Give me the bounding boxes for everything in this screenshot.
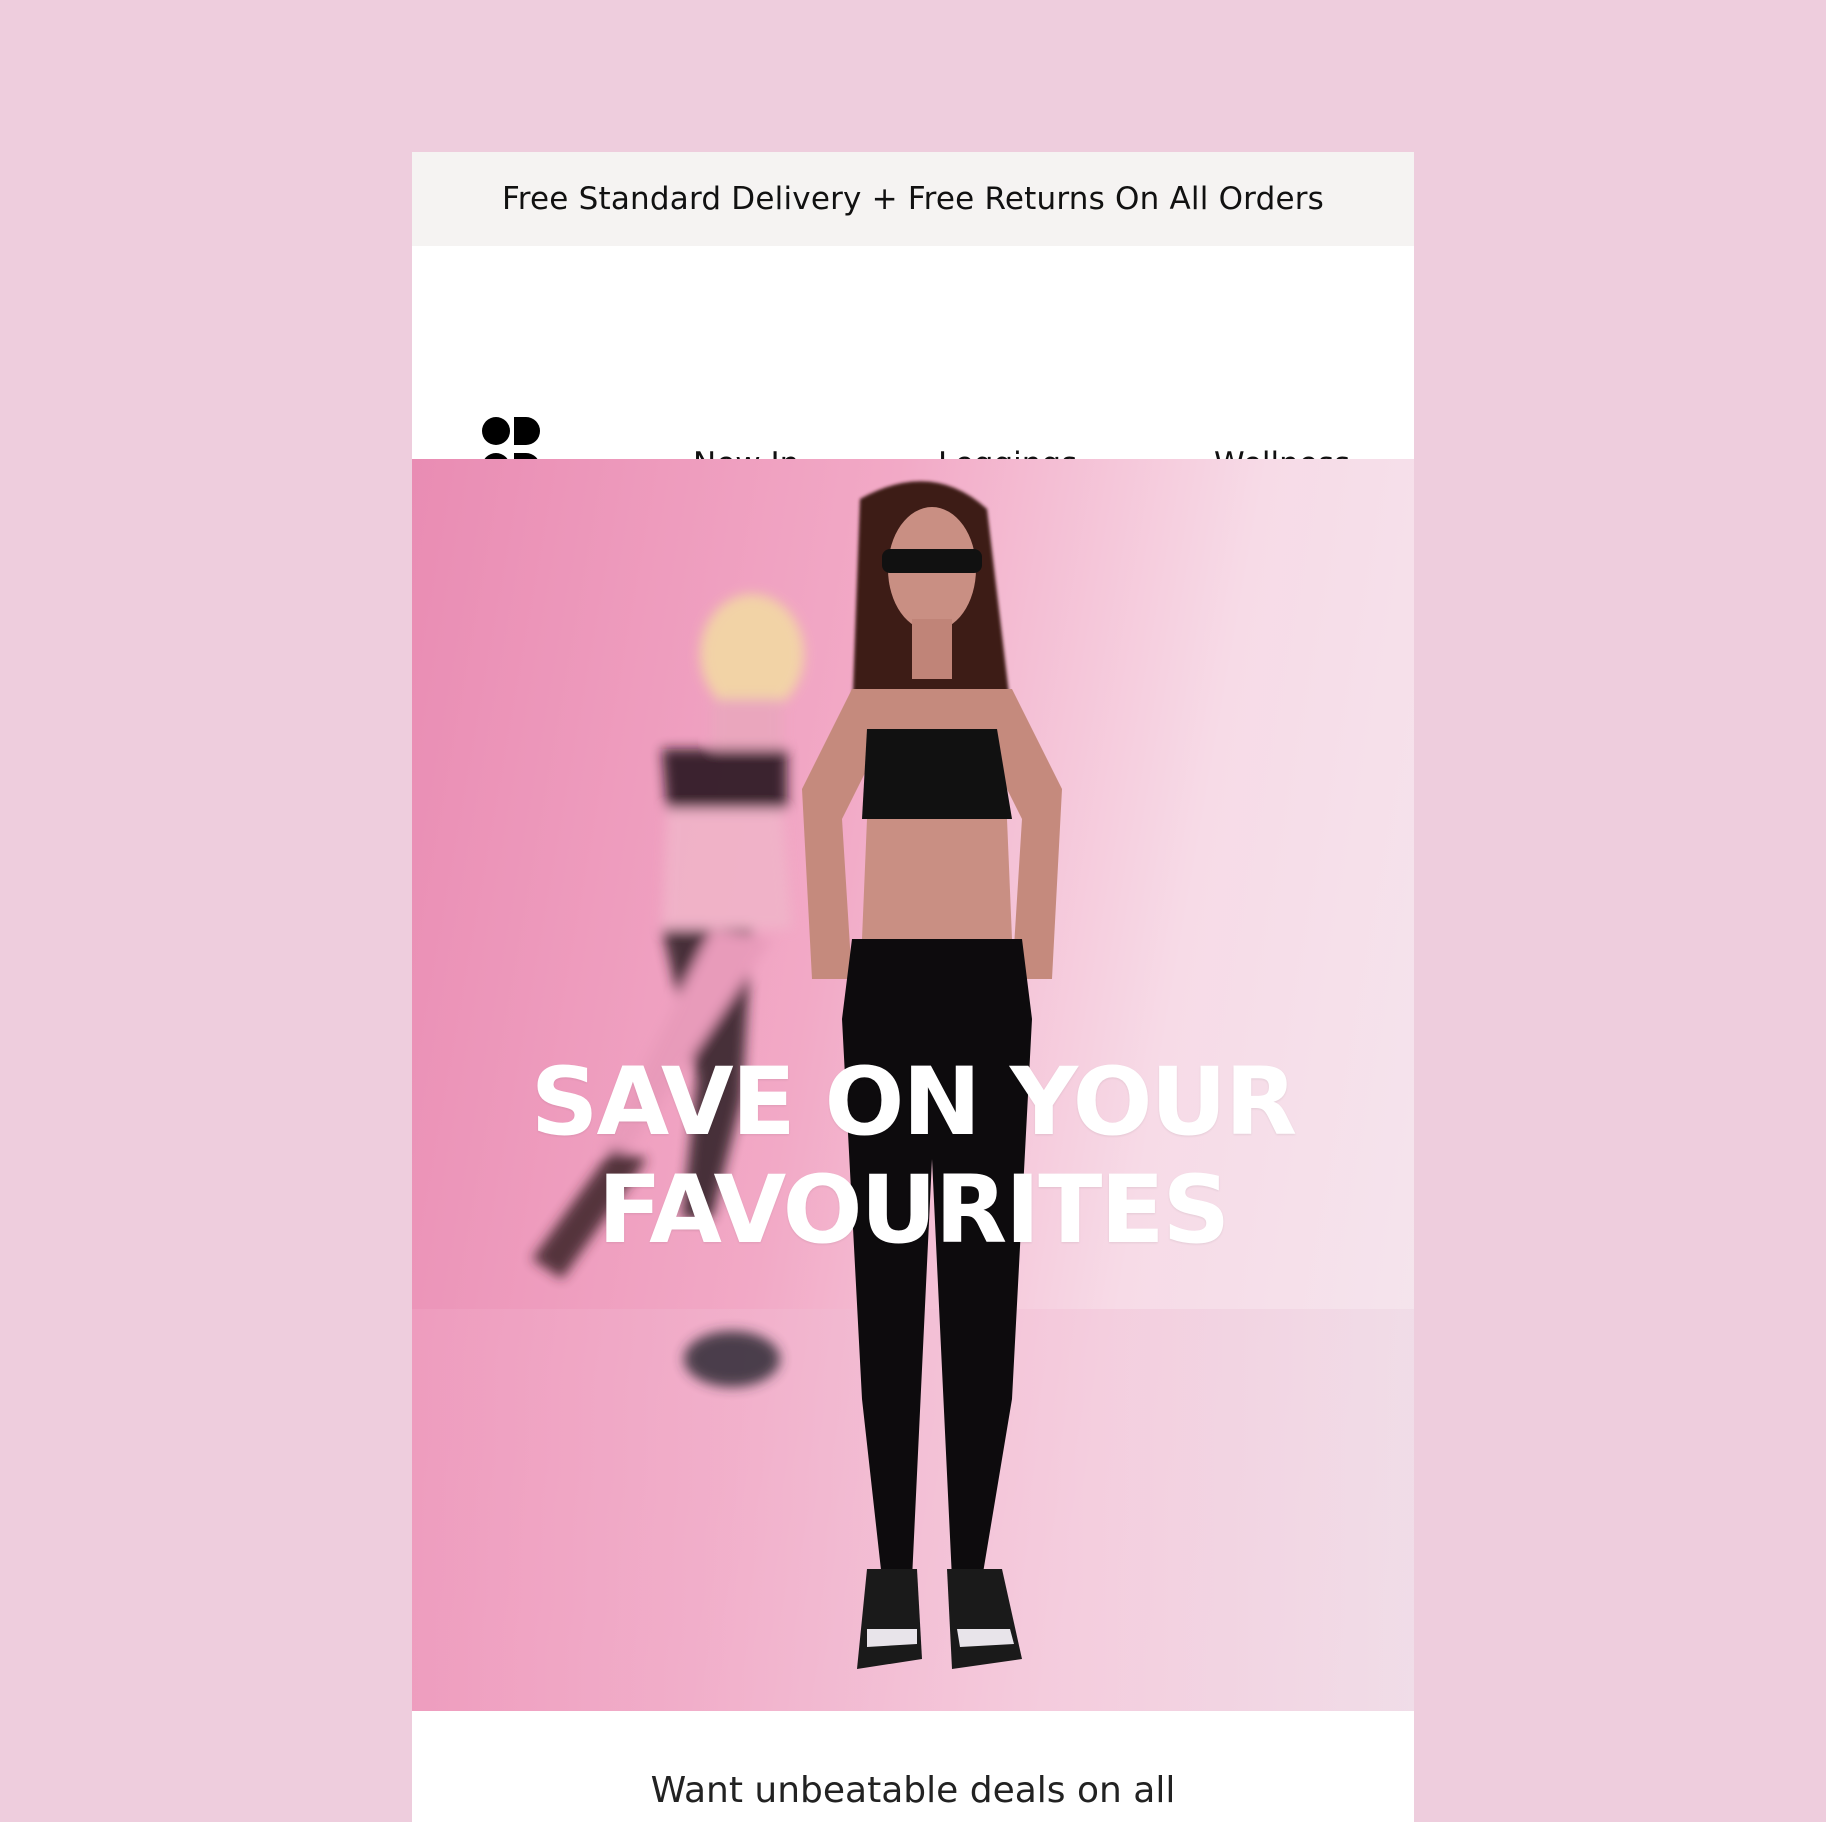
intro-text: Want unbeatable deals on all: [650, 1770, 1176, 1811]
delivery-banner-text: Free Standard Delivery + Free Returns On…: [501, 181, 1325, 217]
background-model: [532, 594, 804, 1387]
hero-headline-line2: FAVOURITES: [597, 1156, 1231, 1265]
hero-headline-line1: SAVE ON YOUR: [530, 1048, 1297, 1157]
delivery-banner[interactable]: Free Standard Delivery + Free Returns On…: [412, 152, 1414, 246]
hero-banner[interactable]: SAVE ON YOUR FAVOURITES: [412, 459, 1414, 1711]
hero-headline: SAVE ON YOUR FAVOURITES: [412, 1049, 1414, 1265]
email-container: Free Standard Delivery + Free Returns On…: [412, 152, 1414, 1822]
